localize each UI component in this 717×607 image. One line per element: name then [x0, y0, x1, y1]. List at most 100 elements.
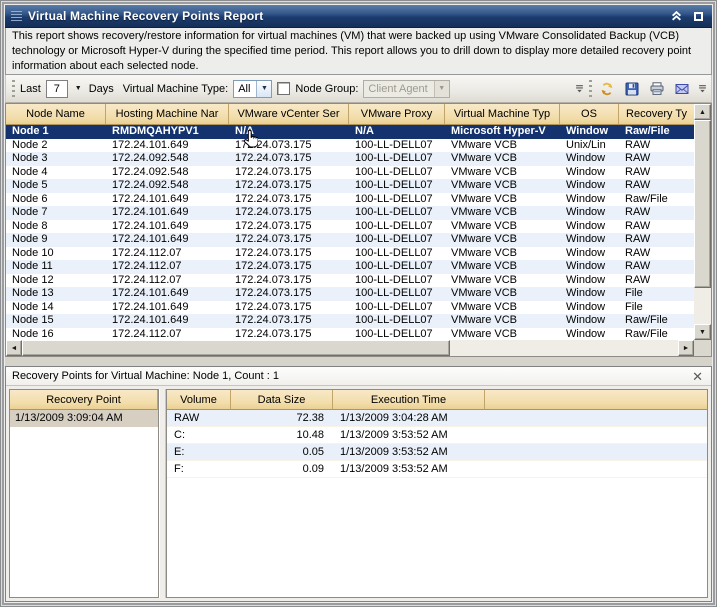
table-cell: 172.24.101.649	[106, 314, 229, 328]
days-dropdown-arrow-icon[interactable]: ▼	[73, 85, 84, 92]
toolbar-overflow-button[interactable]	[697, 84, 707, 94]
table-cell: Raw/File	[619, 328, 694, 341]
table-cell: VMware VCB	[445, 179, 560, 193]
scroll-down-button[interactable]: ▼	[694, 324, 711, 340]
table-cell: 172.24.073.175	[229, 152, 349, 166]
table-cell: Window	[560, 247, 619, 261]
table-cell: Window	[560, 166, 619, 180]
table-row[interactable]: Node 1RMDMQAHYPV1N/AN/AMicrosoft Hyper-V…	[6, 125, 694, 139]
collapse-button[interactable]	[668, 9, 684, 23]
refresh-button[interactable]	[597, 79, 617, 99]
scrollbar-corner	[694, 340, 711, 356]
table-row[interactable]: Node 3172.24.092.548172.24.073.175100-LL…	[6, 152, 694, 166]
table-row[interactable]: Node 2172.24.101.649172.24.073.175100-LL…	[6, 139, 694, 153]
table-row[interactable]: C:10.481/13/2009 3:53:52 AM	[167, 427, 707, 444]
table-row[interactable]: Node 6172.24.101.649172.24.073.175100-LL…	[6, 193, 694, 207]
panel-splitter[interactable]	[159, 389, 166, 598]
column-header[interactable]: Virtual Machine Typ	[445, 104, 560, 125]
table-cell: Window	[560, 260, 619, 274]
table-cell: 172.24.101.649	[106, 206, 229, 220]
table-cell: 172.24.073.175	[229, 233, 349, 247]
grid-body: Node 1RMDMQAHYPV1N/AN/AMicrosoft Hyper-V…	[6, 125, 694, 340]
table-cell: RAW	[619, 233, 694, 247]
table-cell: VMware VCB	[445, 220, 560, 234]
print-button[interactable]	[647, 79, 667, 99]
horizontal-scrollbar[interactable]: ◄ ►	[6, 340, 694, 356]
table-cell: 172.24.112.07	[106, 260, 229, 274]
table-cell: Window	[560, 314, 619, 328]
column-header[interactable]: Data Size	[231, 390, 333, 410]
toolbar-overflow-button[interactable]	[574, 84, 584, 94]
table-cell: VMware VCB	[445, 274, 560, 288]
column-header[interactable]: Node Name	[6, 104, 106, 125]
close-icon[interactable]: ✕	[690, 370, 705, 383]
table-row[interactable]: Node 4172.24.092.548172.24.073.175100-LL…	[6, 166, 694, 180]
column-header[interactable]: Recovery Ty	[619, 104, 694, 125]
save-button[interactable]	[622, 79, 642, 99]
table-row[interactable]: Node 5172.24.092.548172.24.073.175100-LL…	[6, 179, 694, 193]
vertical-scroll-thumb[interactable]	[694, 120, 711, 288]
column-header[interactable]: Execution Time	[333, 390, 485, 410]
node-group-select: Client Agent ▼	[363, 80, 449, 98]
table-cell: 172.24.073.175	[229, 274, 349, 288]
table-cell: 0.05	[231, 444, 333, 460]
table-row[interactable]: RAW72.381/13/2009 3:04:28 AM	[167, 410, 707, 427]
table-cell: 172.24.101.649	[106, 301, 229, 315]
table-cell: Window	[560, 152, 619, 166]
table-cell: 172.24.101.649	[106, 220, 229, 234]
table-cell: N/A	[229, 125, 349, 139]
vm-grid: Node NameHosting Machine NarVMware vCent…	[5, 103, 712, 357]
page-title: Virtual Machine Recovery Points Report	[28, 9, 662, 23]
column-header[interactable]: VMware Proxy	[349, 104, 445, 125]
scroll-up-button[interactable]: ▲	[694, 104, 711, 120]
days-input[interactable]: 7	[46, 80, 68, 98]
node-group-checkbox[interactable]	[277, 82, 290, 95]
volume-table: VolumeData SizeExecution Time RAW72.381/…	[166, 389, 708, 598]
toolbar-grip-icon	[589, 80, 592, 98]
table-cell: Node 14	[6, 301, 106, 315]
node-group-label: Node Group:	[295, 83, 358, 95]
report-description: This report shows recovery/restore infor…	[5, 28, 712, 75]
column-header[interactable]: OS	[560, 104, 619, 125]
table-row[interactable]: Node 13172.24.101.649172.24.073.175100-L…	[6, 287, 694, 301]
days-label: Days	[89, 83, 114, 95]
email-button[interactable]	[672, 79, 692, 99]
column-header[interactable]: VMware vCenter Ser	[229, 104, 349, 125]
table-cell: VMware VCB	[445, 287, 560, 301]
save-icon	[624, 81, 640, 97]
table-row[interactable]: Node 15172.24.101.649172.24.073.175100-L…	[6, 314, 694, 328]
table-row[interactable]: Node 7172.24.101.649172.24.073.175100-LL…	[6, 206, 694, 220]
scroll-left-button[interactable]: ◄	[6, 340, 22, 356]
table-row[interactable]: Node 11172.24.112.07172.24.073.175100-LL…	[6, 260, 694, 274]
horizontal-scroll-thumb[interactable]	[22, 340, 450, 356]
table-row[interactable]: Node 9172.24.101.649172.24.073.175100-LL…	[6, 233, 694, 247]
chevron-down-icon[interactable]: ▼	[256, 81, 271, 97]
table-row[interactable]: Node 12172.24.112.07172.24.073.175100-LL…	[6, 274, 694, 288]
table-row[interactable]: E:0.051/13/2009 3:53:52 AM	[167, 444, 707, 461]
maximize-button[interactable]	[690, 9, 706, 23]
table-row[interactable]: F:0.091/13/2009 3:53:52 AM	[167, 461, 707, 478]
table-cell: 1/13/2009 3:53:52 AM	[333, 461, 485, 477]
table-cell: Raw/File	[619, 193, 694, 207]
table-cell: Window	[560, 125, 619, 139]
table-cell: Node 13	[6, 287, 106, 301]
list-item[interactable]: 1/13/2009 3:09:04 AM	[10, 410, 158, 427]
table-cell: F:	[167, 461, 231, 477]
table-cell: Window	[560, 233, 619, 247]
table-row[interactable]: Node 10172.24.112.07172.24.073.175100-LL…	[6, 247, 694, 261]
vm-type-select[interactable]: All ▼	[233, 80, 272, 98]
table-cell: 172.24.073.175	[229, 247, 349, 261]
table-cell: VMware VCB	[445, 206, 560, 220]
table-row[interactable]: Node 16172.24.112.07172.24.073.175100-LL…	[6, 328, 694, 341]
table-cell: 172.24.073.175	[229, 193, 349, 207]
column-header[interactable]: Hosting Machine Nar	[106, 104, 229, 125]
vertical-scrollbar[interactable]: ▲ ▼	[694, 104, 711, 340]
node-group-value: Client Agent	[364, 81, 433, 97]
table-row[interactable]: Node 14172.24.101.649172.24.073.175100-L…	[6, 301, 694, 315]
scroll-right-button[interactable]: ►	[678, 340, 694, 356]
table-cell: 172.24.092.548	[106, 179, 229, 193]
table-row[interactable]: Node 8172.24.101.649172.24.073.175100-LL…	[6, 220, 694, 234]
column-header[interactable]: Volume	[167, 390, 231, 410]
table-cell: RAW	[619, 139, 694, 153]
recovery-point-column-header[interactable]: Recovery Point	[10, 390, 158, 410]
